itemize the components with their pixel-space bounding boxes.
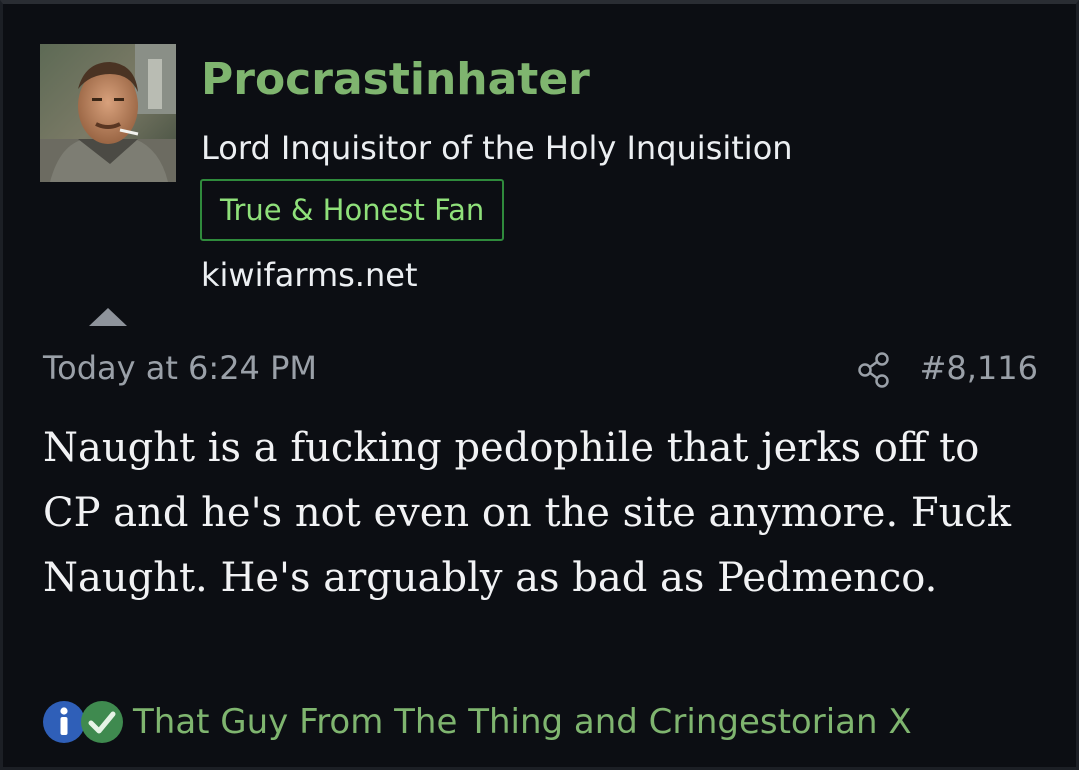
agree-icon[interactable]	[79, 699, 125, 745]
user-title: Lord Inquisitor of the Holy Inquisition	[201, 129, 793, 167]
post-date[interactable]: Today at 6:24 PM	[43, 349, 317, 387]
post-number[interactable]: #8,116	[920, 349, 1038, 387]
caret-up-icon	[89, 308, 127, 326]
avatar[interactable]	[40, 44, 176, 182]
username[interactable]: Procrastinhater	[201, 54, 590, 105]
user-banner: True & Honest Fan	[200, 179, 505, 241]
post-container: Procrastinhater Lord Inquisitor of the H…	[0, 0, 1079, 770]
reactions-bar[interactable]: That Guy From The Thing and Cringestoria…	[41, 698, 912, 746]
post-body: Naught is a fucking pedophile that jerks…	[43, 425, 1012, 601]
avatar-photo	[40, 44, 176, 182]
reaction-users[interactable]: That Guy From The Thing and Cringestoria…	[133, 702, 912, 742]
share-icon[interactable]	[857, 351, 891, 389]
user-site: kiwifarms.net	[201, 256, 418, 294]
